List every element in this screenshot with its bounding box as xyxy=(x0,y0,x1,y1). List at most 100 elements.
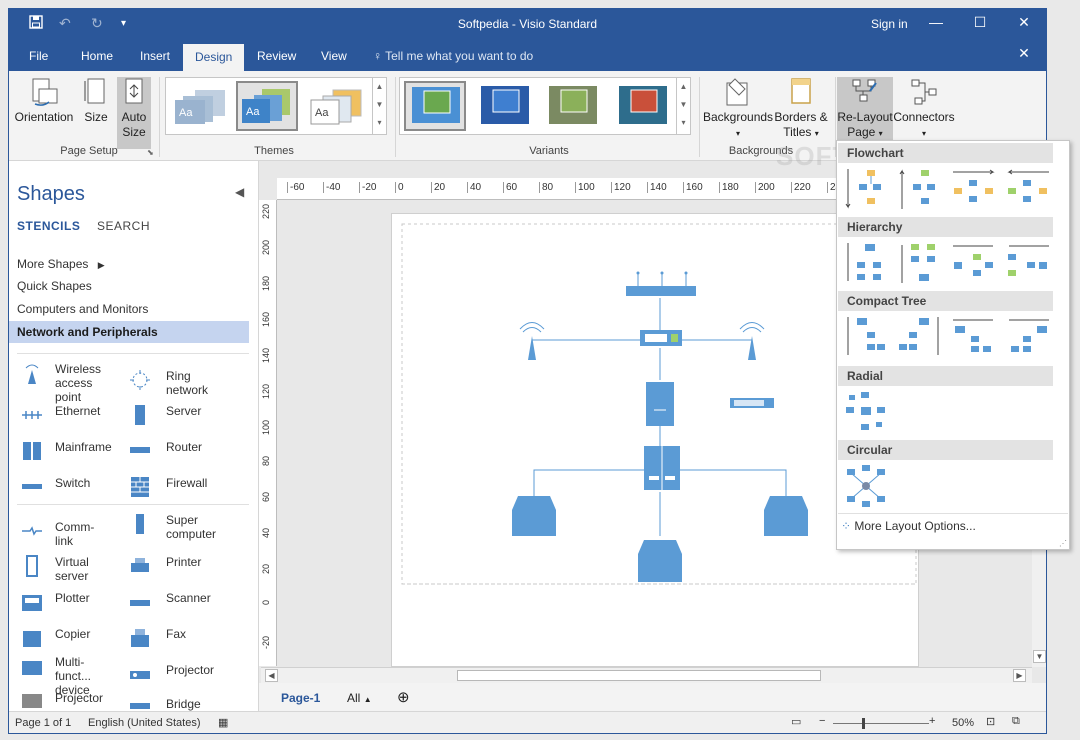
variant-option[interactable] xyxy=(474,81,536,131)
switch-shape[interactable] xyxy=(640,330,682,346)
tab-design[interactable]: Design xyxy=(183,44,245,72)
auto-size-button[interactable]: Auto Size xyxy=(117,77,151,149)
all-pages-button[interactable]: All ▲ xyxy=(347,691,372,705)
zoom-out-icon[interactable]: − xyxy=(819,715,825,727)
close-icon[interactable]: ✕ xyxy=(1012,14,1036,34)
projector-icon xyxy=(130,671,150,679)
ruler-tick-label: 120 xyxy=(611,182,631,193)
ruler-tick-label: 200 xyxy=(755,182,775,193)
tell-me-search[interactable]: ♀ Tell me what you want to do xyxy=(373,49,533,63)
ruler-tick-label: -40 xyxy=(323,182,340,193)
virtual-server-icon xyxy=(26,555,38,577)
hierarchy-top-down-icon[interactable] xyxy=(843,240,889,286)
ruler-tick-label: 160 xyxy=(683,182,703,193)
connectors-icon xyxy=(911,79,937,105)
scroll-down-icon[interactable]: ▼ xyxy=(1033,650,1046,663)
language-indicator[interactable]: English (United States) xyxy=(88,717,201,729)
collapse-pane-icon[interactable]: ◀ xyxy=(235,185,244,199)
wireless-access-point-shape[interactable] xyxy=(739,322,765,361)
tab-review[interactable]: Review xyxy=(257,49,296,63)
flowchart-bottom-up-icon[interactable] xyxy=(897,166,943,212)
scanner-icon xyxy=(130,600,150,606)
nav-item-quick-shapes[interactable]: Quick Shapes xyxy=(17,279,92,293)
dialog-launcher-icon[interactable]: ⬊ xyxy=(147,148,154,157)
borders-titles-button[interactable]: Borders & Titles ▾ xyxy=(773,77,829,141)
compact-tree-right-down-icon[interactable] xyxy=(951,314,997,360)
firewall-shape[interactable] xyxy=(764,496,808,536)
compact-tree-down-left-icon[interactable] xyxy=(897,314,943,360)
flowchart-right-left-icon[interactable] xyxy=(1005,166,1051,212)
scroll-right-icon[interactable]: ▶ xyxy=(1013,669,1026,682)
nav-item-computers-monitors[interactable]: Computers and Monitors xyxy=(17,302,148,316)
variants-gallery: ▲ ▼ ▾ xyxy=(399,77,691,135)
hierarchy-right-left-icon[interactable] xyxy=(1005,240,1051,286)
ethernet-shape[interactable] xyxy=(626,271,696,297)
tab-home[interactable]: Home xyxy=(81,49,113,63)
ruler-tick-label: 220 xyxy=(791,182,811,193)
presentation-mode-icon[interactable]: ▭ xyxy=(791,715,801,728)
close-document-icon[interactable]: ✕ xyxy=(1012,45,1036,65)
theme-option[interactable]: Aa xyxy=(170,81,232,131)
variant-option-selected[interactable] xyxy=(404,81,466,131)
page-indicator[interactable]: Page 1 of 1 xyxy=(15,717,71,729)
sign-in-link[interactable]: Sign in xyxy=(871,17,908,31)
tab-view[interactable]: View xyxy=(321,49,347,63)
tab-file[interactable]: File xyxy=(29,49,48,63)
maximize-icon[interactable]: ☐ xyxy=(968,14,992,34)
zoom-slider[interactable] xyxy=(833,718,929,729)
size-button[interactable]: Size xyxy=(81,77,111,125)
flowchart-top-down-icon[interactable] xyxy=(843,166,889,212)
multifunction-device-icon xyxy=(22,661,42,675)
zoom-slider-thumb[interactable] xyxy=(862,718,865,729)
status-bar: Page 1 of 1 English (United States) ▦ ▭ … xyxy=(9,711,1046,733)
page-tab-page-1[interactable]: Page-1 xyxy=(281,691,320,705)
nav-item-network-peripherals[interactable]: Network and Peripherals xyxy=(9,321,249,343)
lightbulb-icon: ♀ xyxy=(373,49,386,63)
orientation-button[interactable]: Orientation xyxy=(13,77,75,125)
nav-item-more-shapes[interactable]: More Shapes ▶ xyxy=(17,257,105,271)
variant-option[interactable] xyxy=(612,81,674,131)
switch-windows-icon[interactable]: ⧉ xyxy=(1012,715,1020,728)
server-shape[interactable] xyxy=(646,382,674,426)
connectors-button[interactable]: Connectors ▾ xyxy=(893,77,955,141)
themes-gallery-scroll[interactable]: ▲ ▼ ▾ xyxy=(372,78,386,134)
theme-option[interactable]: Aa xyxy=(306,81,368,131)
horizontal-scrollbar[interactable]: ◀ ▶ xyxy=(261,667,1032,683)
theme-option-selected[interactable]: Aa xyxy=(236,81,298,131)
resize-grip-icon[interactable]: ⋰ xyxy=(1059,539,1067,548)
bridge-icon xyxy=(130,703,150,709)
variants-gallery-scroll[interactable]: ▲ ▼ ▾ xyxy=(676,78,690,134)
minimize-icon[interactable]: — xyxy=(924,14,948,34)
firewall-shape[interactable] xyxy=(638,540,682,582)
scroll-left-icon[interactable]: ◀ xyxy=(265,669,278,682)
mainframe-shape[interactable] xyxy=(644,446,680,490)
horizontal-scroll-thumb[interactable] xyxy=(457,670,821,681)
tab-insert[interactable]: Insert xyxy=(140,49,170,63)
add-page-icon[interactable]: ⊕ xyxy=(397,688,410,706)
stencils-tab[interactable]: STENCILS xyxy=(17,219,80,233)
zoom-in-icon[interactable]: + xyxy=(929,715,935,727)
more-layout-options-item[interactable]: ⁘ More Layout Options... xyxy=(841,519,976,533)
hierarchy-left-right-icon[interactable] xyxy=(951,240,997,286)
svg-text:Aa: Aa xyxy=(246,106,260,118)
ruler-tick-label: 20 xyxy=(431,182,445,193)
compact-tree-left-down-icon[interactable] xyxy=(1005,314,1051,360)
router-shape[interactable] xyxy=(730,398,774,408)
macro-icon[interactable]: ▦ xyxy=(218,716,228,729)
backgrounds-button[interactable]: Backgrounds ▾ xyxy=(703,77,773,141)
divider xyxy=(838,513,1068,514)
compact-tree-down-right-icon[interactable] xyxy=(843,314,889,360)
fit-page-icon[interactable]: ⊡ xyxy=(986,715,995,728)
zoom-level[interactable]: 50% xyxy=(952,717,974,729)
ruler-tick-label: 220 xyxy=(261,204,271,220)
hierarchy-bottom-up-icon[interactable] xyxy=(897,240,943,286)
circular-layout-icon[interactable] xyxy=(843,463,889,509)
firewall-shape[interactable] xyxy=(512,496,556,536)
flowchart-left-right-icon[interactable] xyxy=(951,166,997,212)
vertical-ruler: 220 200 180 160 140 120 100 80 60 40 20 0 -20 xyxy=(259,200,277,666)
search-tab[interactable]: SEARCH xyxy=(97,219,150,233)
radial-layout-icon[interactable] xyxy=(843,389,889,435)
variant-option[interactable] xyxy=(542,81,604,131)
relayout-page-button[interactable]: Re-Layout Page ▾ xyxy=(837,77,893,149)
wireless-access-point-shape[interactable] xyxy=(519,322,545,361)
